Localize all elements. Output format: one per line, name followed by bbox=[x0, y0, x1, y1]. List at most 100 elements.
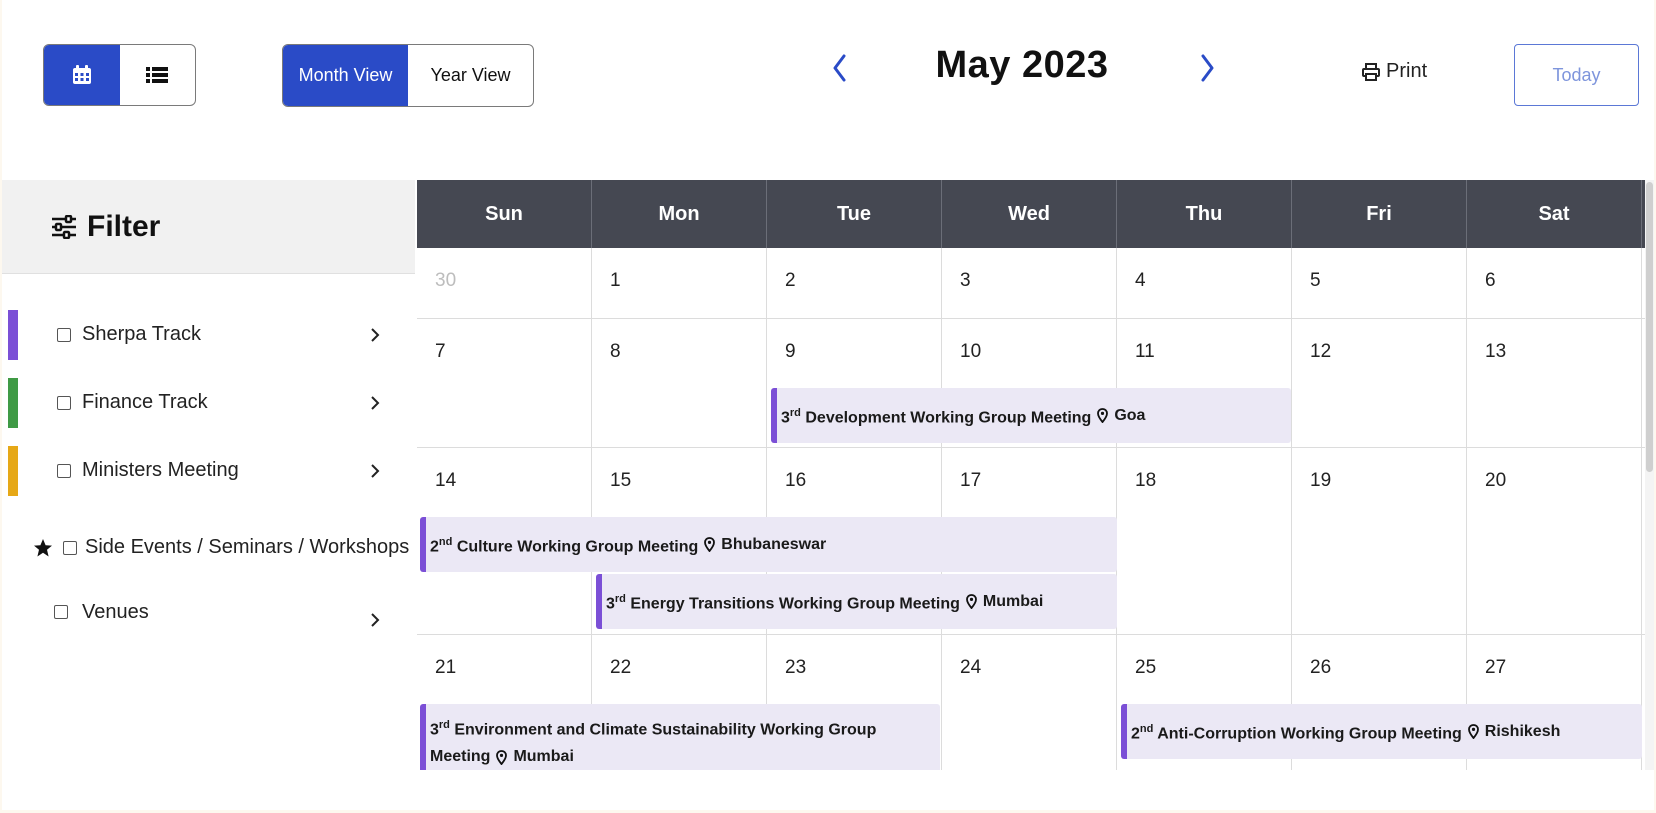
print-button[interactable]: Print bbox=[1362, 60, 1427, 83]
day-of-week-header: Thu bbox=[1117, 180, 1292, 248]
sliders-icon bbox=[52, 214, 76, 239]
printer-icon bbox=[1362, 62, 1380, 81]
day-number: 14 bbox=[435, 470, 457, 491]
year-view-button[interactable]: Year View bbox=[408, 45, 533, 106]
day-cell[interactable]: 6 bbox=[1467, 248, 1642, 318]
map-pin-icon bbox=[1467, 724, 1479, 739]
event-culture-wg[interactable]: 2nd Culture Working Group Meeting Bhuban… bbox=[420, 517, 1117, 572]
calendar-week: 14 15 16 17 18 19 20 2nd Culture Working… bbox=[417, 448, 1645, 635]
day-of-week-header: Wed bbox=[942, 180, 1117, 248]
day-cell[interactable]: 13 bbox=[1467, 319, 1642, 447]
calendar-week: 21 22 23 24 25 26 27 3rd Environment and… bbox=[417, 635, 1645, 770]
day-number: 2 bbox=[785, 270, 796, 291]
day-number: 6 bbox=[1485, 270, 1496, 291]
event-title: 3rd Energy Transitions Working Group Mee… bbox=[606, 592, 960, 613]
chevron-left-icon bbox=[833, 54, 846, 82]
chevron-right-icon[interactable] bbox=[368, 325, 382, 345]
print-label: Print bbox=[1386, 60, 1428, 82]
day-number: 17 bbox=[960, 470, 982, 491]
day-number: 25 bbox=[1135, 657, 1157, 678]
day-number: 24 bbox=[960, 657, 982, 678]
event-environment-climate-wg[interactable]: 3rd Environment and Climate Sustainabili… bbox=[420, 704, 940, 770]
day-number: 4 bbox=[1135, 270, 1146, 291]
filter-item-label: Side Events / Seminars / Workshops bbox=[85, 536, 410, 558]
day-number: 3 bbox=[960, 270, 971, 291]
calendar-view-button[interactable] bbox=[44, 45, 120, 105]
ministers-meeting-checkbox[interactable] bbox=[57, 464, 71, 478]
venues-checkbox[interactable] bbox=[54, 605, 68, 619]
star-icon bbox=[34, 539, 52, 557]
day-cell[interactable]: 24 bbox=[942, 635, 1117, 770]
day-cell[interactable]: 18 bbox=[1117, 448, 1292, 634]
day-cell[interactable]: 5 bbox=[1292, 248, 1467, 318]
day-number: 21 bbox=[435, 657, 457, 678]
next-month-button[interactable] bbox=[1193, 48, 1223, 88]
map-pin-icon bbox=[704, 537, 716, 552]
view-type-toggle bbox=[43, 44, 196, 106]
day-cell[interactable]: 2 bbox=[767, 248, 942, 318]
month-view-button[interactable]: Month View bbox=[283, 45, 408, 106]
filter-item-sherpa-track[interactable]: Sherpa Track bbox=[2, 310, 415, 360]
day-number: 18 bbox=[1135, 470, 1157, 491]
prev-month-button[interactable] bbox=[824, 48, 854, 88]
day-number: 15 bbox=[610, 470, 632, 491]
track-color-bar bbox=[8, 446, 18, 496]
track-color-bar bbox=[8, 378, 18, 428]
filter-sidebar: Filter Sherpa Track Finance Track Minist… bbox=[2, 180, 415, 770]
map-pin-icon bbox=[965, 594, 977, 609]
day-cell[interactable]: 7 bbox=[417, 319, 592, 447]
finance-track-checkbox[interactable] bbox=[57, 396, 71, 410]
day-number: 30 bbox=[435, 270, 457, 291]
day-number: 9 bbox=[785, 341, 796, 362]
day-cell[interactable]: 1 bbox=[592, 248, 767, 318]
scrollbar-thumb[interactable] bbox=[1646, 182, 1653, 472]
day-of-week-header: Tue bbox=[767, 180, 942, 248]
day-cell[interactable]: 20 bbox=[1467, 448, 1642, 634]
event-development-wg[interactable]: 3rd Development Working Group Meeting Go… bbox=[771, 388, 1291, 443]
day-of-week-header: Fri bbox=[1292, 180, 1467, 248]
day-cell[interactable]: 8 bbox=[592, 319, 767, 447]
sherpa-track-checkbox[interactable] bbox=[57, 328, 71, 342]
day-number: 23 bbox=[785, 657, 807, 678]
filter-item-venues[interactable]: Venues bbox=[2, 588, 415, 638]
filter-title: Filter bbox=[87, 209, 161, 243]
calendar-week: 7 8 9 10 11 12 13 3rd Development Workin… bbox=[417, 319, 1645, 448]
map-pin-icon bbox=[496, 749, 508, 765]
today-button[interactable]: Today bbox=[1514, 44, 1639, 106]
day-number: 1 bbox=[610, 270, 621, 291]
calendar-header-row: Sun Mon Tue Wed Thu Fri Sat bbox=[417, 180, 1645, 248]
event-energy-transitions-wg[interactable]: 3rd Energy Transitions Working Group Mee… bbox=[596, 574, 1117, 629]
calendar-week: 30 1 2 3 4 5 6 bbox=[417, 248, 1645, 319]
event-title: 3rd Development Working Group Meeting bbox=[781, 406, 1092, 427]
day-number: 11 bbox=[1135, 341, 1155, 362]
day-number: 19 bbox=[1310, 470, 1332, 491]
day-cell[interactable]: 4 bbox=[1117, 248, 1292, 318]
day-number: 16 bbox=[785, 470, 807, 491]
day-cell[interactable]: 30 bbox=[417, 248, 592, 318]
day-cell[interactable]: 3 bbox=[942, 248, 1117, 318]
filter-item-ministers-meeting[interactable]: Ministers Meeting bbox=[2, 446, 415, 496]
calendar-scrollbar[interactable] bbox=[1645, 180, 1654, 770]
chevron-right-icon[interactable] bbox=[368, 461, 382, 481]
day-of-week-header: Sat bbox=[1467, 180, 1642, 248]
event-anti-corruption-wg[interactable]: 2nd Anti-Corruption Working Group Meetin… bbox=[1121, 704, 1642, 759]
day-cell[interactable]: 19 bbox=[1292, 448, 1467, 634]
filter-item-finance-track[interactable]: Finance Track bbox=[2, 378, 415, 428]
side-events-checkbox[interactable] bbox=[63, 541, 77, 555]
day-number: 22 bbox=[610, 657, 632, 678]
day-number: 7 bbox=[435, 341, 446, 362]
track-color-bar bbox=[8, 310, 18, 360]
list-view-button[interactable] bbox=[120, 45, 196, 105]
day-cell[interactable]: 12 bbox=[1292, 319, 1467, 447]
event-title: 2nd Anti-Corruption Working Group Meetin… bbox=[1131, 722, 1462, 743]
map-pin-icon bbox=[1097, 408, 1109, 423]
filter-item-label: Venues bbox=[82, 601, 149, 623]
event-title: 2nd Culture Working Group Meeting bbox=[430, 535, 699, 556]
filter-item-label: Ministers Meeting bbox=[82, 459, 239, 481]
chevron-right-icon[interactable] bbox=[368, 610, 382, 630]
filter-item-side-events[interactable]: Side Events / Seminars / Workshops bbox=[2, 523, 415, 573]
filter-item-label: Finance Track bbox=[82, 391, 208, 413]
chevron-right-icon[interactable] bbox=[368, 393, 382, 413]
day-number: 5 bbox=[1310, 270, 1321, 291]
day-number: 27 bbox=[1485, 657, 1507, 678]
